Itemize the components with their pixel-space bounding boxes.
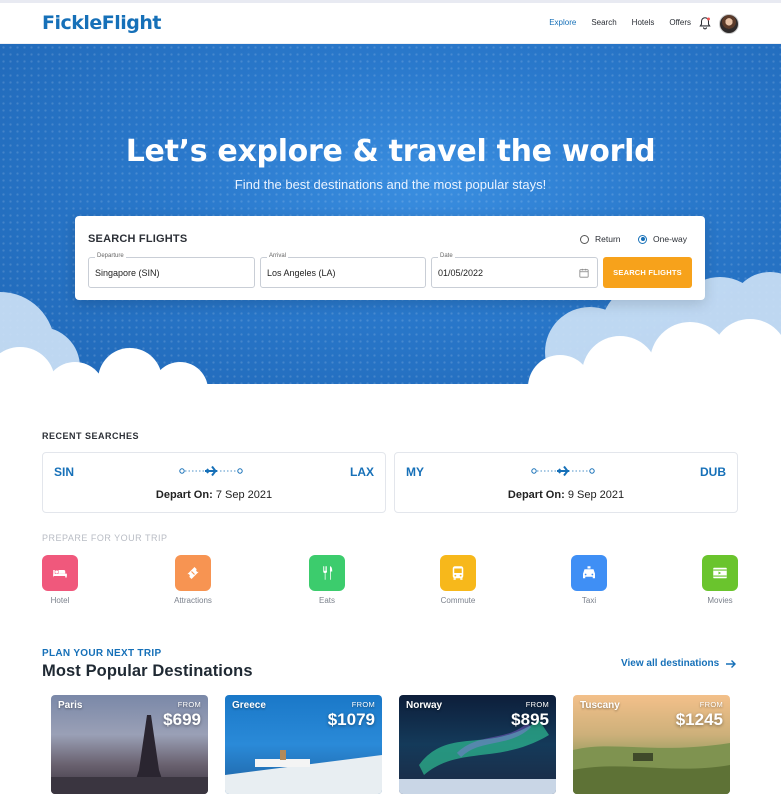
destination-name: Paris: [58, 700, 83, 711]
hero-title: Let’s explore & travel the world: [125, 134, 656, 169]
category-label: Hotel: [50, 596, 70, 605]
bed-icon: [42, 555, 78, 591]
category-label: Commute: [440, 596, 476, 605]
popular-destinations-title: Most Popular Destinations: [42, 662, 253, 680]
from-label: FROM: [525, 700, 549, 709]
view-all-label: View all destinations: [621, 658, 720, 669]
date-field[interactable]: Date 01/05/2022: [431, 253, 598, 288]
departure-value: Singapore (SIN): [95, 268, 160, 278]
flight-search-card: SEARCH FLIGHTS Return One-way Departure …: [75, 216, 705, 300]
route-plane-icon: [531, 465, 595, 477]
nav-links: Explore Search Hotels Offers: [534, 18, 691, 27]
plan-trip-kicker: PLAN YOUR NEXT TRIP: [42, 648, 162, 659]
search-card-title: SEARCH FLIGHTS: [88, 233, 188, 245]
depart-info: Depart On: 9 Sep 2021: [395, 489, 737, 501]
radio-one-way-label: One-way: [653, 234, 688, 244]
search-flights-button[interactable]: SEARCH FLIGHTS: [603, 257, 692, 288]
departure-label: Departure: [95, 253, 126, 259]
arrival-field[interactable]: Arrival Los Angeles (LA): [260, 253, 426, 288]
destination-card-paris[interactable]: Paris FROM $699: [51, 695, 208, 794]
destination-card-greece[interactable]: Greece FROM $1079: [225, 695, 382, 794]
nav-link-hotels[interactable]: Hotels: [632, 18, 655, 27]
trip-type-return[interactable]: Return: [580, 234, 621, 244]
radio-return[interactable]: [580, 234, 589, 244]
category-eats[interactable]: Eats: [292, 555, 362, 605]
destination-price: $1079: [327, 710, 375, 729]
destination-name: Norway: [406, 700, 443, 711]
brand-logo[interactable]: FickleFlight: [42, 12, 162, 34]
arrival-value: Los Angeles (LA): [267, 268, 336, 278]
arrow-right-icon: [726, 659, 737, 668]
user-avatar[interactable]: [719, 14, 739, 34]
date-value: 01/05/2022: [438, 268, 484, 278]
depart-info: Depart On: 7 Sep 2021: [43, 489, 385, 501]
date-label: Date: [438, 253, 455, 259]
film-icon: [702, 555, 738, 591]
depart-label: Depart On:: [507, 489, 565, 501]
nav-link-offers[interactable]: Offers: [669, 18, 691, 27]
destination-price: $895: [511, 710, 549, 729]
destination-name: Tuscany: [580, 700, 620, 711]
destination-code: LAX: [350, 465, 374, 479]
cutlery-icon: [309, 555, 345, 591]
trip-type-one-way[interactable]: One-way: [638, 234, 687, 244]
departure-field[interactable]: Departure Singapore (SIN): [88, 253, 255, 288]
ticket-icon: [175, 555, 211, 591]
category-attractions[interactable]: Attractions: [158, 555, 228, 605]
from-label: FROM: [177, 700, 201, 709]
origin-code: SIN: [54, 465, 75, 479]
category-label: Movies: [707, 596, 733, 605]
bus-icon: [440, 555, 476, 591]
destination-price: $1245: [675, 710, 723, 729]
category-commute[interactable]: Commute: [423, 555, 493, 605]
top-nav: FickleFlight Explore Search Hotels Offer…: [0, 3, 781, 44]
category-movies[interactable]: Movies: [685, 555, 755, 605]
recent-search-card[interactable]: MY DUB Depart On: 9 Sep 2021: [394, 452, 738, 513]
destination-name: Greece: [232, 700, 266, 711]
recent-search-card[interactable]: SIN LAX Depart On: 7 Sep 2021: [42, 452, 386, 513]
from-label: FROM: [699, 700, 723, 709]
taxi-icon: [571, 555, 607, 591]
prepare-title: PREPARE FOR YOUR TRIP: [42, 533, 168, 543]
view-all-destinations-link[interactable]: View all destinations: [621, 658, 737, 669]
destination-price: $699: [163, 710, 201, 729]
destination-code: DUB: [700, 465, 726, 479]
depart-date: 9 Sep 2021: [567, 489, 625, 501]
nav-link-search[interactable]: Search: [591, 18, 616, 27]
radio-return-label: Return: [595, 234, 621, 244]
category-label: Taxi: [581, 596, 597, 605]
destination-card-tuscany[interactable]: Tuscany FROM $1245: [573, 695, 730, 794]
route-plane-icon: [179, 465, 243, 477]
category-taxi[interactable]: Taxi: [554, 555, 624, 605]
destination-card-norway[interactable]: Norway FROM $895: [399, 695, 556, 794]
radio-one-way[interactable]: [638, 234, 647, 244]
category-hotel[interactable]: Hotel: [25, 555, 95, 605]
recent-searches-title: RECENT SEARCHES: [42, 431, 140, 441]
origin-code: MY: [406, 465, 424, 479]
arrival-label: Arrival: [267, 253, 289, 259]
depart-date: 7 Sep 2021: [215, 489, 273, 501]
hero-subtitle: Find the best destinations and the most …: [234, 177, 547, 192]
nav-link-explore[interactable]: Explore: [549, 18, 576, 27]
bell-icon[interactable]: [698, 16, 712, 30]
category-label: Attractions: [174, 596, 212, 605]
calendar-icon[interactable]: [579, 268, 589, 278]
depart-label: Depart On:: [155, 489, 213, 501]
from-label: FROM: [351, 700, 375, 709]
category-label: Eats: [318, 596, 335, 605]
